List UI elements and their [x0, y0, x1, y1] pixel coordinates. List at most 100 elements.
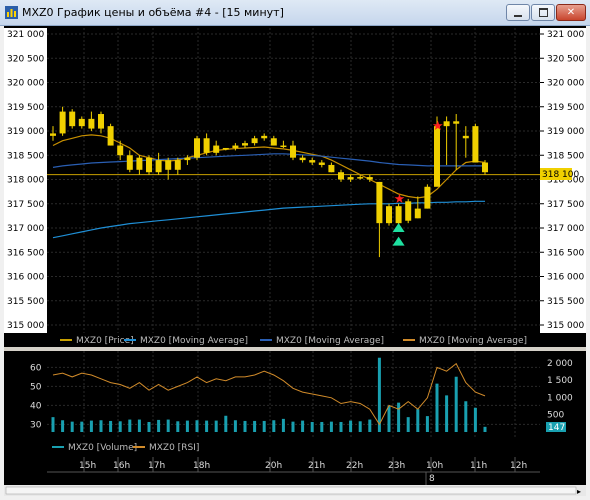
volume-bar [214, 420, 218, 432]
legend-label: MXZ0 [RSI] [149, 443, 199, 453]
date-label: 8 [429, 474, 435, 484]
candle-body [203, 138, 210, 153]
price-tick-label: 317 500 [547, 200, 584, 210]
volume-bar [99, 420, 103, 432]
candle-body [146, 157, 152, 173]
volume-bar [425, 416, 429, 432]
volume-bar [195, 420, 199, 432]
candle-body [395, 206, 402, 224]
candle-body [78, 118, 85, 127]
volume-bar [166, 419, 170, 432]
price-tick-label: 320 500 [547, 54, 584, 64]
rsi-tick-label: 60 [30, 363, 42, 373]
volume-bar [157, 419, 161, 432]
candle-body [261, 135, 268, 139]
volume-bar [51, 417, 55, 432]
candle-body [69, 111, 76, 127]
candle-body [424, 186, 431, 209]
time-label: 23h [388, 461, 405, 471]
volume-bar [89, 420, 93, 432]
volume-bar [483, 426, 487, 432]
candle-body [453, 121, 460, 124]
candle-body [222, 147, 229, 150]
volume-bar [473, 407, 477, 432]
candle-body [386, 206, 392, 224]
volume-current-label: 147 [548, 423, 565, 433]
candle-body [232, 145, 239, 148]
volume-bar [445, 395, 449, 432]
candle-body [347, 177, 354, 180]
candle-body [126, 155, 133, 170]
legend-label: MXZ0 [Volume] [68, 443, 137, 453]
volume-bar [243, 420, 247, 432]
price-tick-label: 315 000 [7, 321, 44, 331]
scrollbar-thumb[interactable] [5, 486, 577, 495]
candle-body [482, 162, 488, 173]
volume-bar [301, 420, 305, 432]
candle-body [290, 145, 296, 158]
volume-tick-label: 500 [547, 411, 564, 421]
candle-body [117, 145, 124, 156]
volume-bar [291, 421, 295, 432]
price-tick-label: 319 500 [7, 103, 44, 113]
price-volume-chart[interactable]: 321 000 320 500 320 000 319 500 319 000 318 5… [0, 0, 590, 500]
volume-bar [185, 420, 189, 432]
price-tick-label: 317 500 [7, 200, 44, 210]
volume-bar [368, 419, 372, 432]
volume-bar [387, 405, 391, 432]
volume-bar [109, 420, 113, 432]
candle-body [242, 143, 248, 146]
candle-body [59, 111, 66, 134]
time-label: 12h [510, 461, 527, 471]
candle-body [213, 145, 220, 153]
volume-tick-label: 1 500 [547, 376, 573, 386]
volume-bar [377, 357, 381, 432]
candle-body [309, 160, 316, 163]
volume-bar [464, 401, 468, 432]
volume-bar [61, 420, 65, 432]
candle-body [366, 177, 373, 180]
price-tick-label: 315 500 [7, 297, 44, 307]
price-tick-label: 316 000 [7, 273, 44, 283]
time-label: 11h [470, 461, 487, 471]
volume-bar [281, 418, 285, 432]
price-tick-label: 318 000 [7, 176, 44, 186]
candle-body [98, 114, 104, 129]
price-tick-label: 321 000 [7, 30, 44, 40]
volume-bar [253, 420, 257, 432]
candle-body [376, 181, 383, 224]
price-tick-label: 320 500 [7, 54, 44, 64]
scroll-right-icon[interactable]: ▸ [577, 487, 581, 496]
time-label: 10h [426, 461, 443, 471]
price-tick-label: 318 500 [7, 151, 44, 161]
time-label: 18h [193, 461, 210, 471]
candle-body [165, 160, 172, 170]
candle-body [174, 160, 181, 170]
price-tick-label: 319 000 [547, 127, 584, 137]
price-tick-label: 316 000 [547, 273, 584, 283]
volume-bar [358, 421, 362, 432]
time-label: 16h [113, 461, 130, 471]
price-tick-label: 315 000 [547, 321, 584, 331]
candle-body [194, 138, 200, 158]
volume-bar [176, 421, 180, 432]
candle-body [155, 160, 162, 173]
volume-bar [397, 402, 401, 432]
price-tick-label: 317 000 [7, 224, 44, 234]
pane-splitter[interactable] [4, 347, 586, 351]
price-tick-label: 317 000 [547, 224, 584, 234]
price-tick-label: 321 000 [547, 30, 584, 40]
current-price-marker: 318 100 [540, 168, 579, 180]
rsi-tick-label: 30 [30, 420, 42, 430]
volume-bar [80, 421, 84, 432]
candle-body [88, 118, 95, 129]
candle-body [270, 138, 277, 146]
candle-body [107, 126, 114, 146]
candle-body [462, 135, 469, 139]
volume-bar [349, 420, 353, 432]
candle-body [328, 164, 335, 173]
candle-body [405, 201, 412, 221]
candle-body [251, 138, 258, 144]
volume-bar [70, 421, 74, 432]
price-pane[interactable] [47, 28, 540, 333]
